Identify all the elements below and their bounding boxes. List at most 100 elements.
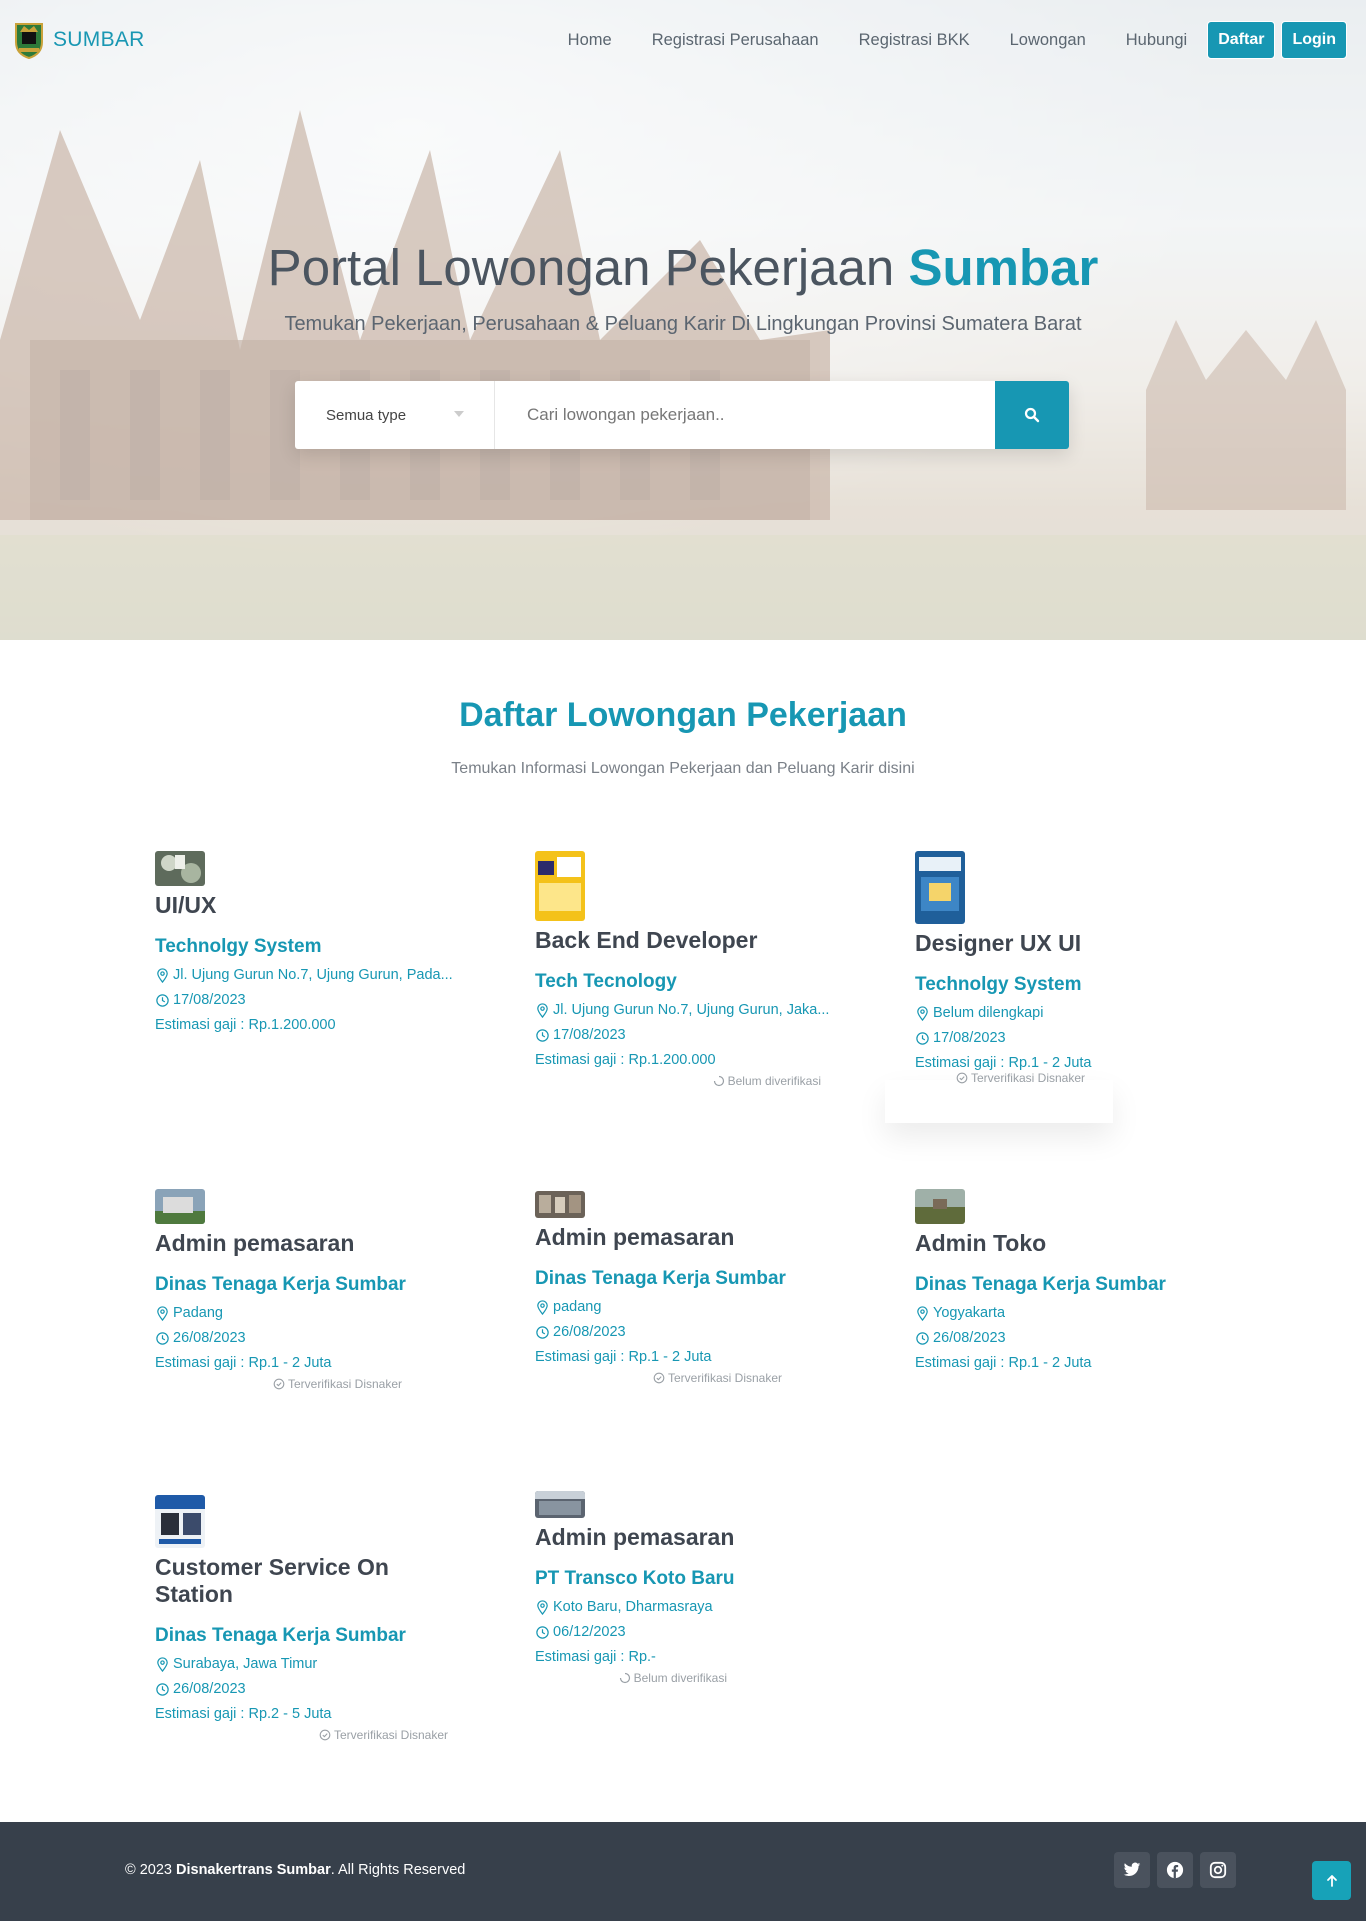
location-icon: [537, 1002, 548, 1018]
verification-status-text: Terverifikasi Disnaker: [333, 1728, 448, 1742]
search-bar: Semua type: [295, 381, 1069, 449]
clock-icon: [536, 1028, 549, 1042]
job-date: 17/08/2023: [915, 1030, 1215, 1046]
search-icon: [1024, 407, 1040, 423]
job-thumbnail[interactable]: [915, 851, 965, 924]
job-thumbnail[interactable]: [155, 1189, 205, 1224]
verification-status: Terverifikasi Disnaker: [155, 1728, 448, 1742]
verification-status: Terverifikasi Disnaker: [155, 1377, 402, 1391]
brand[interactable]: SUMBAR: [12, 20, 145, 60]
nav-home[interactable]: Home: [568, 31, 612, 50]
job-company[interactable]: PT Transco Koto Baru: [535, 1568, 835, 1590]
job-location: Belum dilengkapi: [915, 1005, 1215, 1021]
location-icon: [917, 1305, 928, 1321]
job-location: Padang: [155, 1305, 455, 1321]
hero-title-accent: Sumbar: [908, 239, 1099, 296]
brand-name: SUMBAR: [53, 28, 145, 51]
job-date-text: 26/08/2023: [933, 1330, 1006, 1346]
verification-status-text: Belum diverifikasi: [633, 1671, 727, 1685]
job-title[interactable]: Admin Toko: [915, 1230, 1215, 1257]
arrow-up-icon: [1326, 1874, 1337, 1887]
location-icon: [537, 1599, 548, 1615]
check-circle-icon: [319, 1729, 331, 1741]
search-button[interactable]: [995, 381, 1069, 449]
facebook-link[interactable]: [1157, 1852, 1193, 1888]
clock-icon: [916, 1031, 929, 1045]
job-location: Koto Baru, Dharmasraya: [535, 1599, 835, 1615]
back-to-top-button[interactable]: [1312, 1861, 1351, 1900]
job-card[interactable]: Admin pemasaran PT Transco Koto Baru Kot…: [535, 1491, 835, 1685]
job-company[interactable]: Dinas Tenaga Kerja Sumbar: [155, 1274, 455, 1296]
job-card[interactable]: Customer Service On Station Dinas Tenaga…: [155, 1495, 455, 1742]
job-salary: Estimasi gaji : Rp.2 - 5 Juta: [155, 1706, 332, 1722]
check-circle-icon: [273, 1378, 285, 1390]
job-date-text: 06/12/2023: [553, 1624, 626, 1640]
nav-registrasi-bkk[interactable]: Registrasi BKK: [859, 31, 970, 50]
clock-icon: [916, 1331, 929, 1345]
job-thumbnail[interactable]: [535, 851, 585, 921]
daftar-button[interactable]: Daftar: [1207, 21, 1276, 59]
job-title[interactable]: Customer Service On Station: [155, 1554, 455, 1608]
job-card[interactable]: Admin pemasaran Dinas Tenaga Kerja Sumba…: [155, 1189, 455, 1391]
hero-title: Portal Lowongan Pekerjaan Sumbar: [0, 238, 1366, 297]
location-icon: [917, 1005, 928, 1021]
chevron-down-icon: [454, 411, 464, 417]
nav-hubungi[interactable]: Hubungi: [1126, 31, 1187, 50]
job-salary: Estimasi gaji : Rp.1.200.000: [535, 1052, 716, 1068]
job-card[interactable]: Designer UX UI Technolgy System Belum di…: [915, 851, 1215, 1085]
facebook-icon: [1166, 1861, 1184, 1879]
job-company[interactable]: Dinas Tenaga Kerja Sumbar: [155, 1625, 455, 1647]
twitter-link[interactable]: [1114, 1852, 1150, 1888]
job-date-text: 26/08/2023: [553, 1324, 626, 1340]
search-input[interactable]: [495, 381, 995, 449]
job-card[interactable]: Back End Developer Tech Tecnology Jl. Uj…: [535, 851, 835, 1088]
copyright-org[interactable]: Disnakertrans Sumbar: [176, 1862, 331, 1878]
job-salary: Estimasi gaji : Rp.1 - 2 Juta: [915, 1355, 1092, 1371]
verification-status: Terverifikasi Disnaker: [915, 1071, 1085, 1085]
job-company[interactable]: Tech Tecnology: [535, 971, 835, 993]
job-location-text: Jl. Ujung Gurun No.7, Ujung Gurun, Pada.…: [173, 967, 453, 983]
location-icon: [157, 1305, 168, 1321]
job-company[interactable]: Technolgy System: [155, 936, 455, 958]
job-thumbnail[interactable]: [155, 1495, 205, 1548]
nav-registrasi-perusahaan[interactable]: Registrasi Perusahaan: [652, 31, 819, 50]
section-subtitle: Temukan Informasi Lowongan Pekerjaan dan…: [451, 760, 915, 777]
job-title[interactable]: Designer UX UI: [915, 930, 1215, 957]
job-card[interactable]: Admin pemasaran Dinas Tenaga Kerja Sumba…: [535, 1191, 835, 1385]
nav-links: Home Registrasi Perusahaan Registrasi BK…: [568, 21, 1366, 59]
verification-status-text: Terverifikasi Disnaker: [287, 1377, 402, 1391]
job-salary: Estimasi gaji : Rp.1 - 2 Juta: [915, 1055, 1092, 1071]
clock-icon: [536, 1625, 549, 1639]
footer: © 2023 Disnakertrans Sumbar. All Rights …: [0, 1822, 1366, 1921]
job-title[interactable]: Admin pemasaran: [535, 1524, 835, 1551]
job-title[interactable]: Admin pemasaran: [535, 1224, 835, 1251]
job-thumbnail[interactable]: [155, 851, 205, 886]
job-thumbnail[interactable]: [535, 1191, 585, 1218]
job-date-text: 26/08/2023: [173, 1330, 246, 1346]
job-salary: Estimasi gaji : Rp.1 - 2 Juta: [155, 1355, 332, 1371]
job-card[interactable]: Admin Toko Dinas Tenaga Kerja Sumbar Yog…: [915, 1189, 1215, 1371]
job-thumbnail[interactable]: [535, 1491, 585, 1518]
job-location: Jl. Ujung Gurun No.7, Ujung Gurun, Jaka.…: [535, 1002, 835, 1018]
job-date: 06/12/2023: [535, 1624, 835, 1640]
verification-status-text: Belum diverifikasi: [727, 1074, 821, 1088]
job-title[interactable]: Back End Developer: [535, 927, 835, 954]
verification-status: Belum diverifikasi: [535, 1074, 821, 1088]
type-select[interactable]: Semua type: [295, 381, 495, 449]
nav-lowongan[interactable]: Lowongan: [1010, 31, 1086, 50]
job-thumbnail[interactable]: [915, 1189, 965, 1224]
pending-icon: [619, 1672, 630, 1684]
job-company[interactable]: Dinas Tenaga Kerja Sumbar: [915, 1274, 1215, 1296]
job-title[interactable]: Admin pemasaran: [155, 1230, 455, 1257]
card-hover-shadow: [885, 1080, 1113, 1123]
job-company[interactable]: Dinas Tenaga Kerja Sumbar: [535, 1268, 835, 1290]
job-company[interactable]: Technolgy System: [915, 974, 1215, 996]
job-date: 26/08/2023: [155, 1681, 455, 1697]
job-title[interactable]: UI/UX: [155, 892, 455, 919]
instagram-link[interactable]: [1200, 1852, 1236, 1888]
job-card[interactable]: UI/UX Technolgy System Jl. Ujung Gurun N…: [155, 851, 455, 1033]
clock-icon: [536, 1325, 549, 1339]
job-location-text: Jl. Ujung Gurun No.7, Ujung Gurun, Jaka.…: [553, 1002, 830, 1018]
job-date: 26/08/2023: [915, 1330, 1215, 1346]
login-button[interactable]: Login: [1281, 21, 1347, 59]
